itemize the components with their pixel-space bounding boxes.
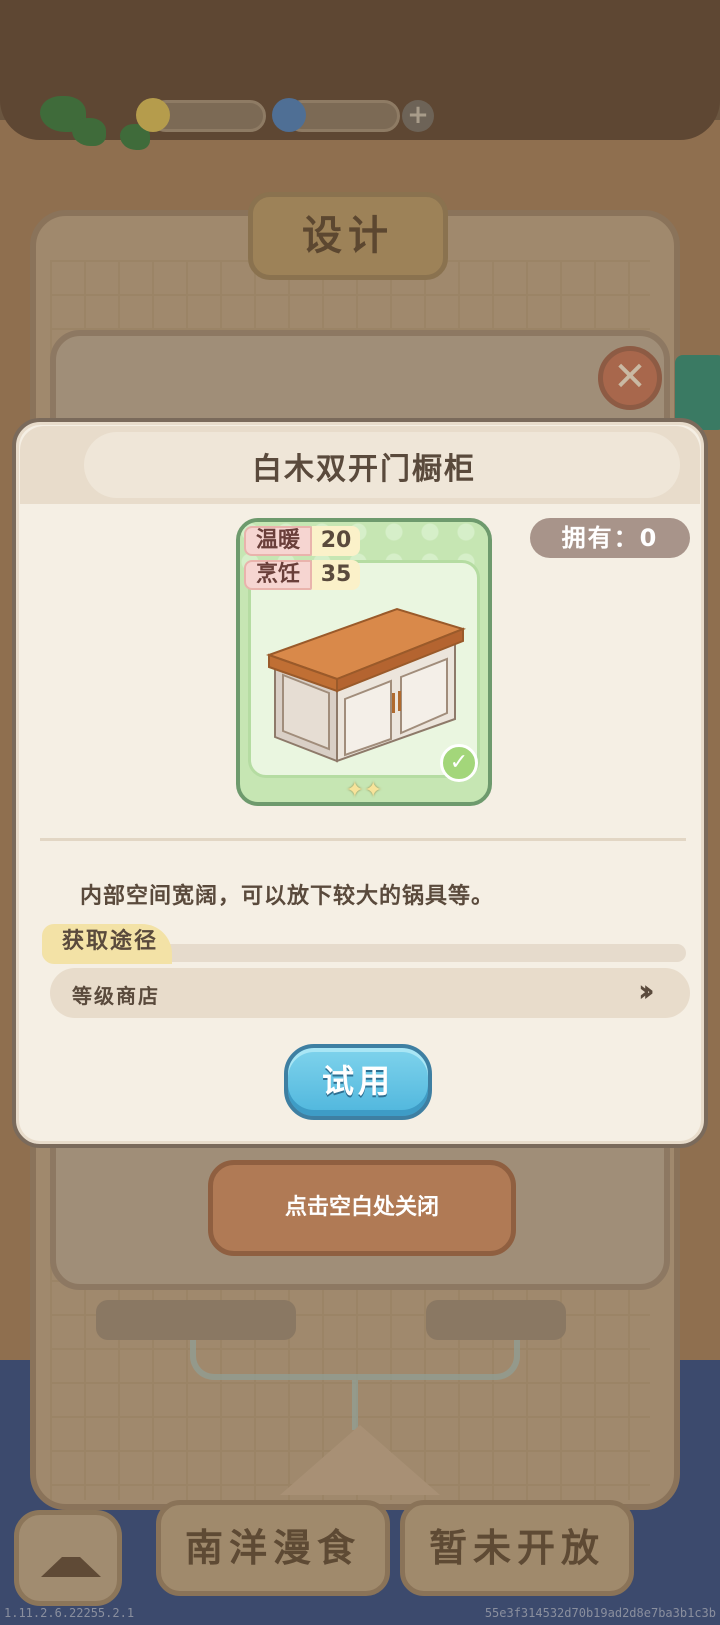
- tab-nanyang[interactable]: 南洋漫食: [156, 1500, 390, 1596]
- gem-icon: [272, 98, 306, 132]
- rarity-stars: ✦✦: [240, 778, 488, 803]
- stat-cooking: 烹饪 35: [244, 560, 361, 590]
- stat-name: 烹饪: [244, 560, 313, 590]
- close-icon[interactable]: ✕: [598, 346, 662, 410]
- tree-node: [426, 1300, 566, 1340]
- item-description: 内部空间宽阔，可以放下较大的锅具等。: [80, 884, 495, 909]
- source-header: 获取途径: [42, 924, 172, 964]
- source-item-level-shop[interactable]: 等级商店 ››: [50, 968, 690, 1018]
- shoe-icon: [41, 1557, 101, 1577]
- item-detail-modal: 白木双开门橱柜 拥有：0 温暖 20 烹饪 35 ✓ ✦✦ 内部空间宽阔，可以放…: [12, 418, 708, 1148]
- source-item-label: 等级商店: [72, 984, 160, 1008]
- coin-icon: [136, 98, 170, 132]
- star-icon: ✦: [364, 778, 383, 803]
- item-title: 白木双开门橱柜: [252, 452, 476, 487]
- stat-value: 35: [312, 560, 361, 590]
- stat-value: 20: [312, 526, 361, 556]
- leaf-decoration: [72, 118, 106, 146]
- build-hash-label: 55e3f314532d70b19ad2d8e7ba3b1c3b: [484, 1606, 716, 1620]
- add-gems-button[interactable]: +: [402, 100, 434, 132]
- version-label: 1.11.2.6.22255.2.1: [4, 1606, 135, 1620]
- owned-count-badge: 拥有：0: [530, 518, 690, 558]
- stat-name: 温暖: [244, 526, 313, 556]
- tab-locked[interactable]: 暂未开放: [400, 1500, 634, 1596]
- divider: [40, 838, 686, 841]
- star-icon: ✦: [345, 778, 364, 803]
- item-card: 温暖 20 烹饪 35 ✓ ✦✦: [236, 518, 492, 806]
- tree-connector: [190, 1340, 520, 1380]
- close-hint-button[interactable]: 点击空白处关闭: [208, 1160, 516, 1256]
- tree-connector: [352, 1380, 358, 1430]
- tree-node: [96, 1300, 296, 1340]
- stat-warmth: 温暖 20: [244, 526, 361, 556]
- try-button[interactable]: 试用: [284, 1044, 432, 1120]
- design-tab[interactable]: 设计: [248, 192, 448, 280]
- check-icon: ✓: [440, 744, 478, 782]
- home-button[interactable]: [14, 1510, 122, 1606]
- item-preview: [248, 560, 480, 778]
- double-chevron-right-icon: ››: [638, 974, 655, 1009]
